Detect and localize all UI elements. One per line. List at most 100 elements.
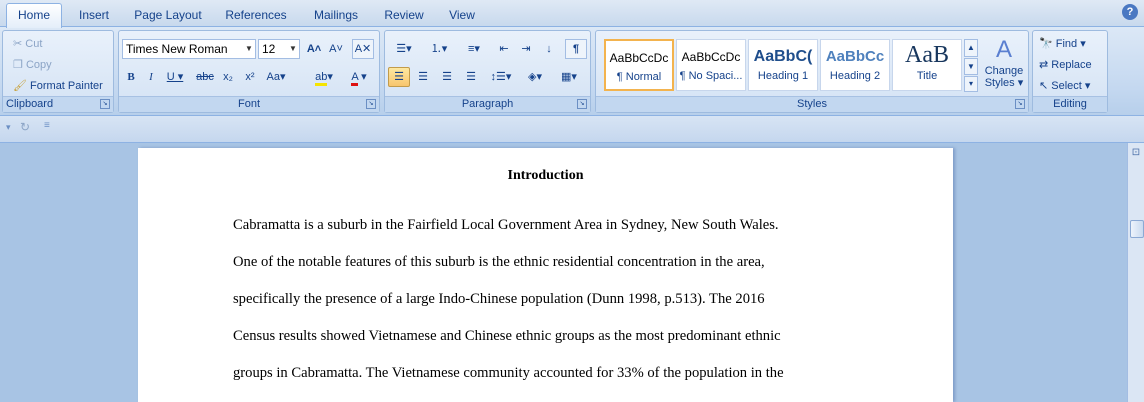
decrease-indent-icon[interactable]: ⇤ [494,39,514,59]
paragraph-line: specifically the presence of a large Ind… [233,291,765,307]
font-color-icon[interactable]: A ▾ [344,67,374,87]
style-title-label: Title [916,70,938,82]
multilevel-list-icon[interactable]: ≡▾ [458,39,490,59]
paragraph-line: Cabramatta is a suburb in the Fairfield … [233,217,779,233]
paintbrush-icon: 🖌 [13,80,27,92]
copy-button[interactable]: ❐ Copy [13,55,52,75]
binoculars-icon: 🔭 [1039,38,1053,50]
shading-icon[interactable]: ◈▾ [520,67,550,87]
tab-insert[interactable]: Insert [66,4,122,26]
find-label: Find [1055,38,1078,50]
font-size-select[interactable]: 12 ▼ [258,39,300,59]
highlight-color-icon[interactable]: ab▾ [308,67,340,87]
style-heading-1[interactable]: AaBbC( Heading 1 [748,39,818,91]
styles-scroll-up-icon[interactable]: ▲ [964,39,978,57]
sort-icon[interactable]: ↓ [539,39,559,59]
cursor-icon: ↖ [1039,80,1049,92]
change-styles-button[interactable]: A Change Styles ▾ [982,35,1026,95]
strikethrough-icon[interactable]: abc [194,67,216,87]
clipboard-group-label: Clipboard [3,96,113,112]
quick-access-toolbar: ▾ ↻ ≡ [0,116,1144,143]
change-styles-label-2: Styles [984,77,1015,89]
font-family-select[interactable]: Times New Roman ▼ [122,39,256,59]
styles-more-icon[interactable]: ▾ [964,76,978,92]
change-styles-icon: A [995,36,1012,63]
tab-home[interactable]: Home [6,3,62,28]
borders-icon[interactable]: ▦▾ [554,67,584,87]
format-painter-label: Format Painter [30,80,103,92]
styles-launcher-icon[interactable]: ↘ [1015,99,1025,109]
document-page[interactable]: Introduction Cabramatta is a suburb in t… [138,148,953,402]
cut-button[interactable]: ✂ Cut [13,34,42,54]
style-no-spacing[interactable]: AaBbCcDc ¶ No Spaci... [676,39,746,91]
redo-icon[interactable]: ↻ [20,120,30,134]
paragraph-line: groups in Cabramatta. The Vietnamese com… [233,365,784,381]
select-label: Select [1051,80,1082,92]
tab-page-layout[interactable]: Page Layout [128,4,208,26]
scrollbar-thumb[interactable] [1130,220,1144,238]
italic-icon[interactable]: I [142,67,160,87]
grow-font-icon[interactable]: A˄ [304,39,324,59]
vertical-scrollbar[interactable]: ⊡ [1127,143,1144,402]
subscript-icon[interactable]: x₂ [218,67,238,87]
find-button[interactable]: 🔭 Find ▾ [1039,34,1086,54]
style-normal-sample: AaBbCcDc [609,51,669,65]
view-ruler-icon[interactable]: ⊡ [1130,147,1142,161]
shrink-font-icon[interactable]: A˅ [326,39,346,59]
increase-indent-icon[interactable]: ⇥ [516,39,536,59]
change-styles-label-1: Change [984,65,1024,77]
style-normal-label: ¶ Normal [616,71,662,83]
align-left-icon[interactable]: ☰ [388,67,410,87]
clear-formatting-icon[interactable]: A✕ [352,39,374,59]
change-case-icon[interactable]: Aa▾ [262,67,290,87]
align-center-icon[interactable]: ☰ [412,67,434,87]
font-launcher-icon[interactable]: ↘ [366,99,376,109]
paragraph-line: Census results showed Vietnamese and Chi… [233,328,781,344]
style-heading-2-label: Heading 2 [829,70,881,82]
select-button[interactable]: ↖ Select ▾ [1039,76,1090,96]
numbering-icon[interactable]: ⒈▾ [423,39,455,59]
style-normal[interactable]: AaBbCcDc ¶ Normal [604,39,674,91]
document-title: Introduction [507,168,584,183]
style-title[interactable]: AaB Title [892,39,962,91]
style-no-spacing-label: ¶ No Spaci... [679,70,743,82]
style-no-spacing-sample: AaBbCcDc [681,50,741,64]
clipboard-group: ✂ Cut ❐ Copy 🖌 Format Painter Clipboard … [2,30,114,113]
style-heading-2-sample: AaBbCc [825,48,885,65]
format-painter-button[interactable]: 🖌 Format Painter [13,76,103,96]
customize-toolbar-icon[interactable]: ≡ [44,120,50,131]
underline-icon[interactable]: U ▾ [162,67,188,87]
editing-group-label: Editing [1033,96,1107,112]
undo-dropdown-icon[interactable]: ▾ [6,122,11,133]
replace-icon: ⇄ [1039,59,1049,71]
help-icon[interactable]: ? [1122,4,1138,20]
tab-review[interactable]: Review [376,4,432,26]
clipboard-launcher-icon[interactable]: ↘ [100,99,110,109]
line-spacing-icon[interactable]: ↕☰▾ [486,67,516,87]
bullets-icon[interactable]: ☰▾ [388,39,420,59]
cut-label: Cut [25,38,43,50]
chevron-down-icon: ▼ [245,44,253,53]
style-heading-1-label: Heading 1 [757,70,809,82]
show-formatting-icon[interactable]: ¶ [565,39,587,59]
styles-group-label: Styles [596,96,1028,112]
replace-label: Replace [1051,59,1092,71]
tab-references[interactable]: References [216,4,296,26]
tab-mailings[interactable]: Mailings [304,4,368,26]
styles-scroll-down-icon[interactable]: ▼ [964,58,978,75]
style-title-sample: AaB [905,42,949,68]
style-heading-2[interactable]: AaBbCc Heading 2 [820,39,890,91]
styles-group: AaBbCcDc ¶ Normal AaBbCcDc ¶ No Spaci...… [595,30,1029,113]
justify-icon[interactable]: ☰ [460,67,482,87]
align-right-icon[interactable]: ☰ [436,67,458,87]
superscript-icon[interactable]: x² [240,67,260,87]
ribbon-tab-bar: Home Insert Page Layout References Maili… [0,0,1144,28]
paragraph-launcher-icon[interactable]: ↘ [577,99,587,109]
replace-button[interactable]: ⇄ Replace [1039,55,1092,75]
copy-label: Copy [25,59,52,71]
font-group-label: Font [119,96,379,112]
bold-icon[interactable]: B [122,67,140,87]
paragraph-line: One of the notable features of this subu… [233,254,765,270]
editing-group: 🔭 Find ▾ ⇄ Replace ↖ Select ▾ Editing [1032,30,1108,113]
tab-view[interactable]: View [440,4,484,26]
